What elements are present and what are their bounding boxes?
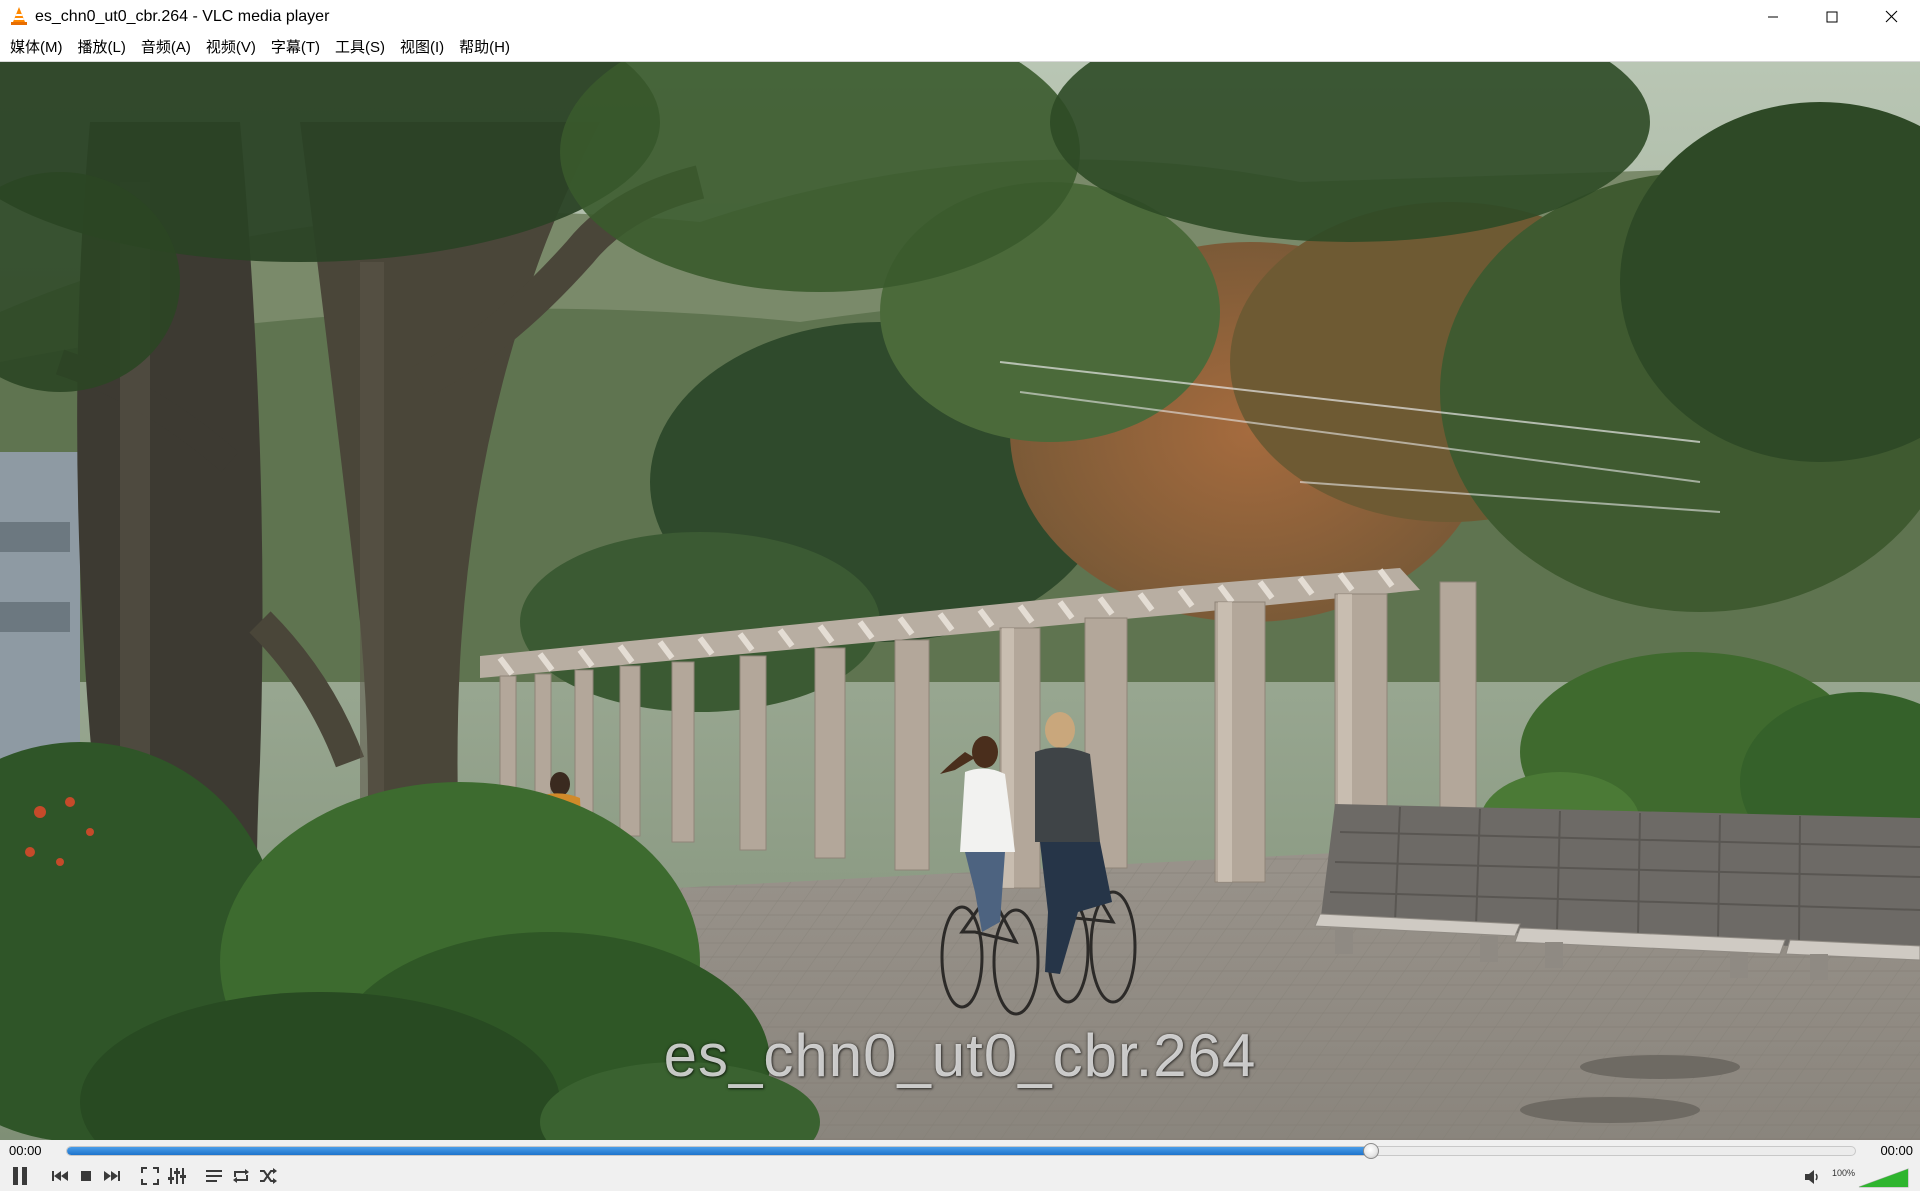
menu-bar: 媒体(M) 播放(L) 音频(A) 视频(V) 字幕(T) 工具(S) 视图(I… bbox=[0, 33, 1920, 62]
video-frame[interactable]: es_chn0_ut0_cbr.264 bbox=[0, 62, 1920, 1140]
menu-view[interactable]: 视图(I) bbox=[393, 33, 451, 62]
playlist-button[interactable] bbox=[202, 1164, 226, 1188]
menu-video[interactable]: 视频(V) bbox=[199, 33, 263, 62]
seek-bar[interactable] bbox=[66, 1146, 1856, 1156]
speaker-icon[interactable] bbox=[1803, 1167, 1823, 1187]
previous-icon bbox=[52, 1171, 68, 1181]
minimize-icon bbox=[1768, 16, 1778, 17]
seek-handle[interactable] bbox=[1362, 1143, 1379, 1159]
total-time: 00:00 bbox=[1880, 1143, 1913, 1158]
close-icon bbox=[1885, 10, 1897, 23]
menu-playback[interactable]: 播放(L) bbox=[71, 33, 133, 62]
seek-bar-progress bbox=[67, 1147, 1371, 1155]
next-icon bbox=[104, 1171, 120, 1181]
vlc-cone-icon bbox=[11, 7, 27, 25]
stop-button[interactable] bbox=[74, 1164, 98, 1188]
extended-settings-button[interactable] bbox=[165, 1164, 189, 1188]
osd-filename-overlay: es_chn0_ut0_cbr.264 bbox=[663, 1022, 1257, 1089]
menu-media[interactable]: 媒体(M) bbox=[3, 33, 70, 62]
playback-controls: 00:00 00:00 100% bbox=[0, 1140, 1920, 1191]
video-scene bbox=[0, 62, 1920, 1140]
pause-button[interactable] bbox=[6, 1163, 34, 1189]
playlist-icon bbox=[206, 1170, 222, 1182]
loop-icon bbox=[233, 1169, 249, 1183]
menu-help[interactable]: 帮助(H) bbox=[452, 33, 517, 62]
stop-icon bbox=[81, 1171, 91, 1181]
extended-settings-icon bbox=[168, 1168, 186, 1184]
fullscreen-button[interactable] bbox=[138, 1164, 162, 1188]
shuffle-button[interactable] bbox=[256, 1164, 280, 1188]
minimize-button[interactable] bbox=[1744, 0, 1802, 33]
maximize-button[interactable] bbox=[1803, 0, 1861, 33]
shuffle-icon bbox=[260, 1168, 277, 1184]
loop-button[interactable] bbox=[229, 1164, 253, 1188]
title-bar: es_chn0_ut0_cbr.264 - VLC media player bbox=[0, 0, 1920, 33]
volume-slider[interactable] bbox=[1858, 1167, 1920, 1188]
elapsed-time: 00:00 bbox=[9, 1143, 42, 1158]
next-button[interactable] bbox=[100, 1164, 124, 1188]
window-title: es_chn0_ut0_cbr.264 - VLC media player bbox=[35, 8, 330, 25]
previous-button[interactable] bbox=[48, 1164, 72, 1188]
fullscreen-icon bbox=[141, 1167, 159, 1185]
menu-subtitle[interactable]: 字幕(T) bbox=[264, 33, 327, 62]
menu-tools[interactable]: 工具(S) bbox=[328, 33, 392, 62]
maximize-icon bbox=[1826, 11, 1838, 22]
volume-percent: 100% bbox=[1832, 1168, 1856, 1178]
menu-audio[interactable]: 音频(A) bbox=[134, 33, 198, 62]
pause-icon bbox=[13, 1167, 27, 1185]
close-button[interactable] bbox=[1862, 0, 1920, 33]
